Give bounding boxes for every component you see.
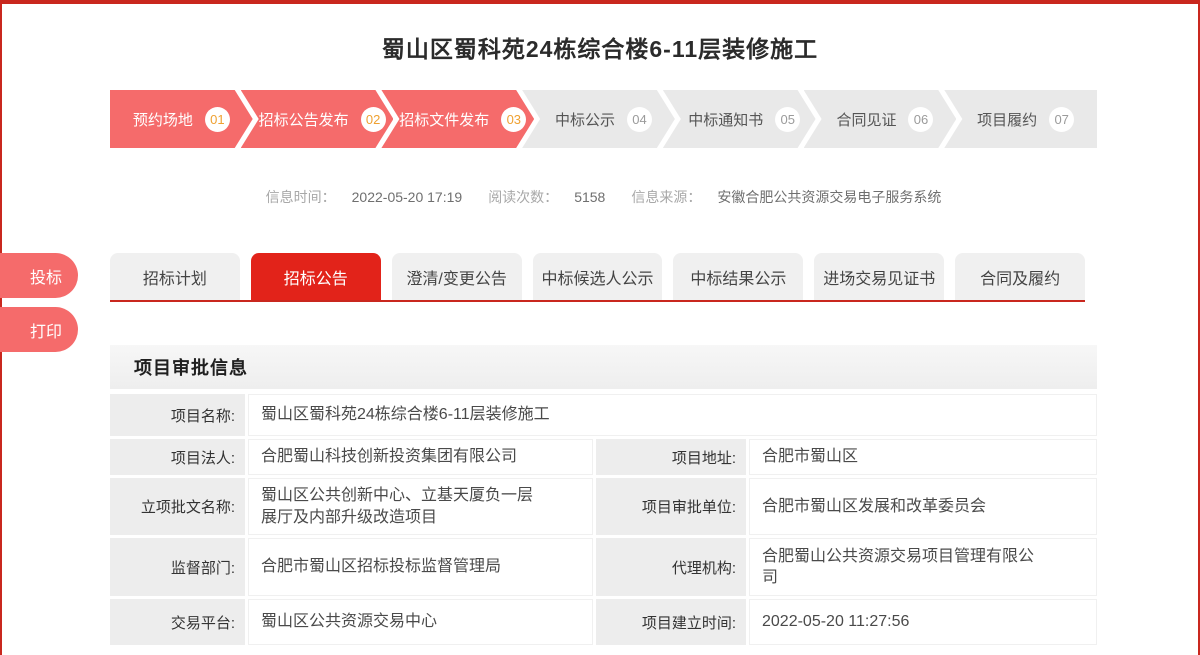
step-contract-witness[interactable]: 合同见证 06: [804, 90, 957, 148]
step-number-badge: 02: [361, 107, 386, 132]
step-number-badge: 05: [775, 107, 800, 132]
step-number-badge: 04: [627, 107, 652, 132]
section-header-project-approval: 项目审批信息: [110, 345, 1097, 389]
step-number-badge: 03: [501, 107, 526, 132]
step-tender-documents-publish[interactable]: 招标文件发布 03: [381, 90, 534, 148]
step-label: 招标公告发布: [259, 109, 349, 130]
project-name-label: 项目名称:: [110, 394, 245, 436]
approval-doc-name-label: 立项批文名称:: [110, 478, 245, 535]
step-label: 招标文件发布: [399, 109, 489, 130]
tab-contract-performance[interactable]: 合同及履约: [955, 253, 1085, 300]
info-source-label: 信息来源：: [631, 187, 701, 207]
approval-doc-name-value: 蜀山区公共创新中心、立基天厦负一层展厅及内部升级改造项目: [248, 478, 593, 535]
project-create-time-value: 2022-05-20 11:27:56: [749, 599, 1097, 645]
tab-winning-candidates[interactable]: 中标候选人公示: [533, 253, 663, 300]
step-reserve-venue[interactable]: 预约场地 01: [110, 90, 253, 148]
step-label: 预约场地: [133, 109, 193, 130]
table-row: 交易平台: 蜀山区公共资源交易中心 项目建立时间: 2022-05-20 11:…: [110, 599, 1097, 645]
table-row: 项目名称: 蜀山区蜀科苑24栋综合楼6-11层装修施工: [110, 394, 1097, 436]
step-label: 合同见证: [836, 109, 896, 130]
step-label: 项目履约: [977, 109, 1037, 130]
supervision-dept-label: 监督部门:: [110, 538, 245, 596]
trade-platform-value: 蜀山区公共资源交易中心: [248, 599, 593, 645]
table-row: 立项批文名称: 蜀山区公共创新中心、立基天厦负一层展厅及内部升级改造项目 项目审…: [110, 478, 1097, 535]
tab-tender-announcement[interactable]: 招标公告: [251, 253, 381, 300]
step-tender-announcement-publish[interactable]: 招标公告发布 02: [241, 90, 394, 148]
project-create-time-label: 项目建立时间:: [596, 599, 746, 645]
approval-authority-value: 合肥市蜀山区发展和改革委员会: [749, 478, 1097, 535]
print-button[interactable]: 打印: [0, 307, 78, 352]
section-title: 项目审批信息: [134, 354, 248, 380]
tab-winning-results[interactable]: 中标结果公示: [673, 253, 803, 300]
agency-label: 代理机构:: [596, 538, 746, 596]
project-name-value: 蜀山区蜀科苑24栋综合楼6-11层装修施工: [248, 394, 1097, 436]
page-title: 蜀山区蜀科苑24栋综合楼6-11层装修施工: [0, 30, 1200, 64]
bid-button[interactable]: 投标: [0, 253, 78, 298]
table-row: 监督部门: 合肥市蜀山区招标投标监督管理局 代理机构: 合肥蜀山公共资源交易项目…: [110, 538, 1097, 596]
info-time-value: 2022-05-20 17:19: [352, 189, 463, 205]
step-label: 中标通知书: [688, 109, 763, 130]
tab-tender-plan[interactable]: 招标计划: [110, 253, 240, 300]
step-winning-notice[interactable]: 中标通知书 05: [663, 90, 816, 148]
progress-steps: 预约场地 01 招标公告发布 02 招标文件发布 03 中标公示 04 中标通知…: [110, 90, 1097, 148]
trade-platform-label: 交易平台:: [110, 599, 245, 645]
step-label: 中标公示: [555, 109, 615, 130]
step-number-badge: 07: [1049, 107, 1074, 132]
info-meta-line: 信息时间： 2022-05-20 17:19 阅读次数： 5158 信息来源： …: [110, 187, 1097, 207]
table-row: 项目法人: 合肥蜀山科技创新投资集团有限公司 项目地址: 合肥市蜀山区: [110, 439, 1097, 475]
agency-value: 合肥蜀山公共资源交易项目管理有限公司: [749, 538, 1097, 596]
project-approval-table: 项目名称: 蜀山区蜀科苑24栋综合楼6-11层装修施工 项目法人: 合肥蜀山科技…: [110, 394, 1097, 648]
read-count-value: 5158: [574, 189, 605, 205]
project-legal-label: 项目法人:: [110, 439, 245, 475]
step-project-performance[interactable]: 项目履约 07: [944, 90, 1097, 148]
page-root: 蜀山区蜀科苑24栋综合楼6-11层装修施工 预约场地 01 招标公告发布 02 …: [0, 0, 1200, 655]
read-count-label: 阅读次数：: [488, 187, 558, 207]
supervision-dept-value: 合肥市蜀山区招标投标监督管理局: [248, 538, 593, 596]
project-legal-value: 合肥蜀山科技创新投资集团有限公司: [248, 439, 593, 475]
approval-authority-label: 项目审批单位:: [596, 478, 746, 535]
step-winning-publicity[interactable]: 中标公示 04: [522, 90, 675, 148]
info-time-label: 信息时间：: [266, 187, 336, 207]
project-address-value: 合肥市蜀山区: [749, 439, 1097, 475]
info-source-value: 安徽合肥公共资源交易电子服务系统: [717, 187, 941, 207]
project-address-label: 项目地址:: [596, 439, 746, 475]
tab-entry-transaction-certificate[interactable]: 进场交易见证书: [814, 253, 944, 300]
tab-bar: 招标计划 招标公告 澄清/变更公告 中标候选人公示 中标结果公示 进场交易见证书…: [110, 253, 1085, 302]
top-accent-bar: [0, 0, 1200, 4]
step-number-badge: 06: [908, 107, 933, 132]
step-number-badge: 01: [205, 107, 230, 132]
tab-clarification-change[interactable]: 澄清/变更公告: [392, 253, 522, 300]
